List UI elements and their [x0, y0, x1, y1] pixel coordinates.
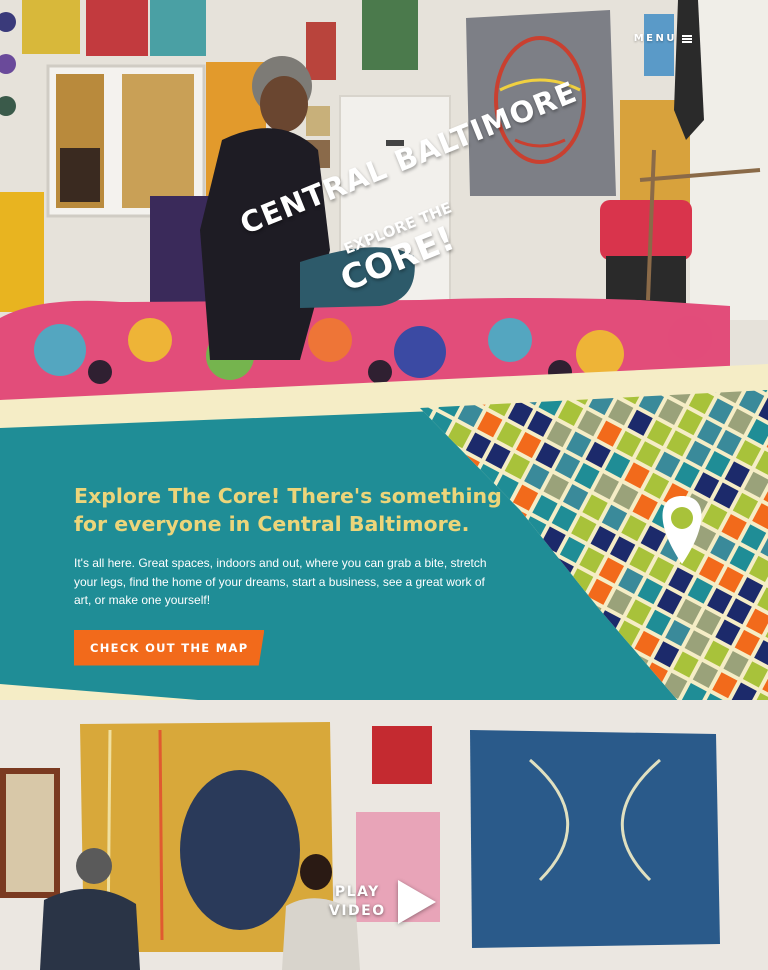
intro-body: It's all here. Great spaces, indoors and… — [74, 556, 487, 607]
map-block — [441, 360, 466, 364]
map-block — [742, 360, 767, 361]
intro-band: Explore The Core! There's something for … — [0, 360, 768, 750]
map-block — [492, 360, 517, 364]
intro-content: Explore The Core! There's something for … — [74, 482, 514, 666]
video-section[interactable] — [0, 700, 768, 970]
play-video-label: PLAY VIDEO — [329, 883, 386, 921]
map-block — [461, 360, 486, 374]
headline-line-2: for everyone in Central Baltimore. — [74, 512, 470, 536]
play-label-line-2: VIDEO — [329, 903, 386, 919]
map-block — [561, 360, 586, 373]
hero-section: MENU CENTRAL BALTIMORE EXPLORE THE CORE! — [0, 0, 768, 420]
map-block — [692, 360, 717, 361]
intro-headline: Explore The Core! There's something for … — [74, 482, 514, 538]
play-label-line-1: PLAY — [334, 884, 380, 900]
map-block — [511, 360, 536, 374]
map-block — [411, 360, 436, 375]
menu-button[interactable]: MENU — [634, 33, 692, 44]
hamburger-icon — [682, 34, 692, 43]
check-out-map-button[interactable]: CHECK OUT THE MAP — [74, 629, 265, 666]
map-block — [642, 360, 667, 362]
play-icon — [397, 880, 436, 924]
map-block — [542, 360, 567, 363]
menu-label: MENU — [633, 33, 677, 44]
video-photo — [0, 700, 768, 970]
central-baltimore-logo: CENTRAL BALTIMORE EXPLORE THE CORE! — [235, 75, 581, 300]
map-block — [592, 360, 617, 362]
headline-line-1: Explore The Core! There's something — [74, 484, 502, 508]
play-video-button[interactable]: PLAY VIDEO — [329, 880, 436, 924]
